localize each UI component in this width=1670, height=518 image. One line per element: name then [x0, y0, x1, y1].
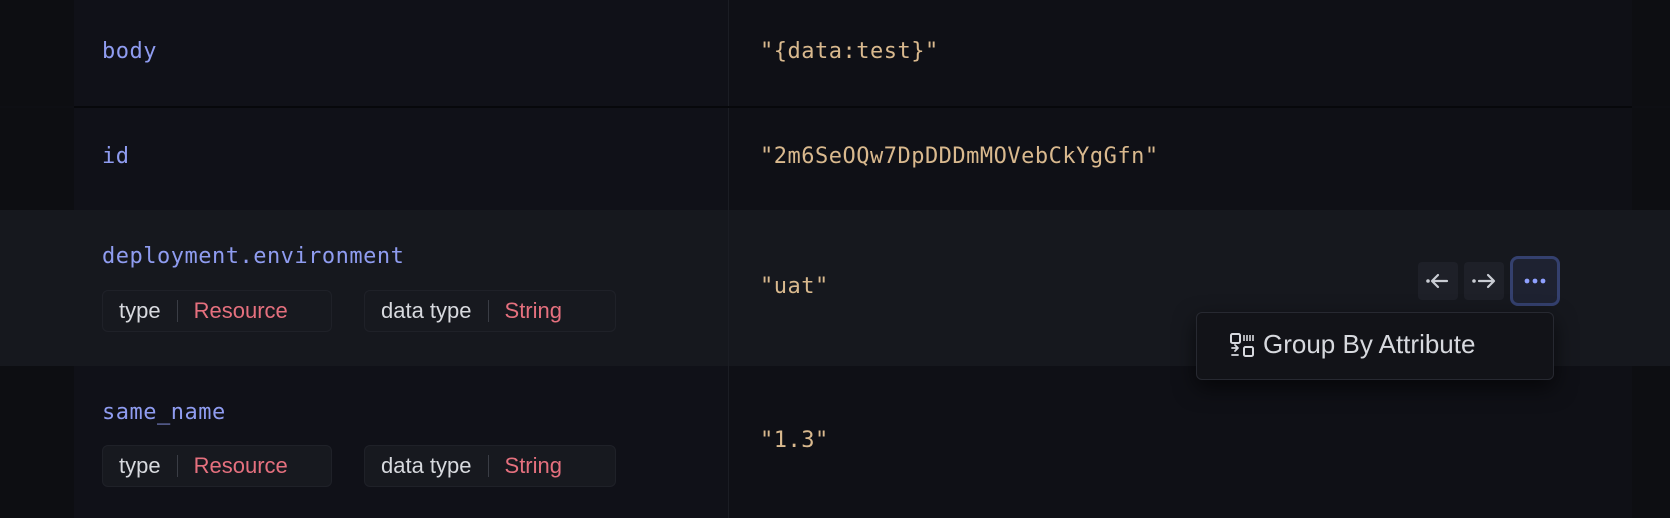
arrow-right-button[interactable]: [1464, 262, 1504, 300]
group-by-icon: [1230, 332, 1254, 357]
data-type-chip: data type String: [364, 445, 616, 487]
type-value: Resource: [193, 298, 288, 323]
attribute-value: "uat": [760, 274, 829, 299]
attribute-value: "1.3": [760, 428, 829, 453]
row-gutter-left: [0, 108, 74, 210]
chip-separator: [176, 455, 178, 477]
attribute-value: "{data:test}": [760, 39, 939, 64]
data-type-value: String: [504, 298, 562, 323]
attribute-key: id: [102, 144, 130, 169]
table-row[interactable]: same_name type Resource data type String…: [0, 366, 1670, 518]
chip-separator: [487, 300, 489, 322]
type-label: type: [119, 453, 161, 478]
attribute-value: "2m6SeOQw7DpDDDmMOVebCkYgGfn": [760, 144, 1159, 169]
row-gutter-right: [1632, 366, 1670, 518]
row-gutter-left: [0, 210, 74, 366]
row-gutter-right: [1632, 0, 1670, 106]
type-value: Resource: [193, 453, 288, 478]
data-type-chip: data type String: [364, 290, 616, 332]
type-chip: type Resource: [102, 290, 332, 332]
data-type-value: String: [504, 453, 562, 478]
attribute-key: same_name: [102, 400, 226, 425]
row-gutter-left: [0, 366, 74, 518]
table-row[interactable]: id "2m6SeOQw7DpDDDmMOVebCkYgGfn": [0, 108, 1670, 210]
chip-separator: [176, 300, 178, 322]
chip-separator: [487, 455, 489, 477]
arrow-left-button[interactable]: [1418, 262, 1458, 300]
attribute-key: body: [102, 39, 157, 64]
arrow-left-icon: [1426, 273, 1449, 289]
type-label: type: [119, 298, 161, 323]
arrow-right-icon: [1472, 273, 1496, 289]
context-menu: Group By Attribute: [1196, 312, 1554, 380]
menu-item-label: Group By Attribute: [1263, 329, 1476, 359]
row-actions: [1418, 256, 1560, 306]
table-row[interactable]: body "{data:test}": [0, 0, 1670, 106]
data-type-label: data type: [381, 298, 472, 323]
more-button[interactable]: [1510, 256, 1560, 306]
attribute-key: deployment.environment: [102, 244, 405, 269]
value-cell: [729, 366, 1632, 518]
menu-item-group-by-attribute[interactable]: Group By Attribute: [1229, 329, 1475, 360]
attributes-table: body "{data:test}" id "2m6SeOQw7DpDDDmMO…: [0, 0, 1670, 518]
row-gutter-right: [1632, 210, 1670, 366]
key-cell: [74, 0, 729, 106]
key-cell: [74, 366, 729, 518]
row-gutter-left: [0, 0, 74, 106]
key-cell: [74, 108, 729, 210]
key-cell: [74, 210, 729, 366]
type-chip: type Resource: [102, 445, 332, 487]
data-type-label: data type: [381, 453, 472, 478]
row-gutter-right: [1632, 108, 1670, 210]
more-icon: [1524, 278, 1546, 284]
